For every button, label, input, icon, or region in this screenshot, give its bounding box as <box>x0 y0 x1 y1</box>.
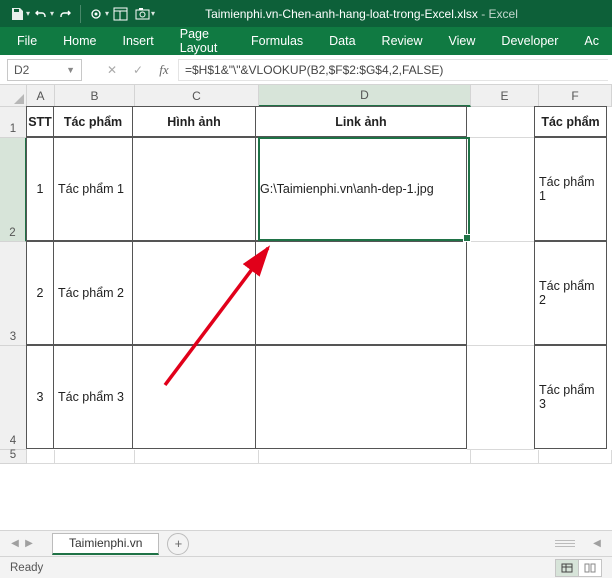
select-all-button[interactable] <box>0 85 27 107</box>
sheet-tabs-bar: ◀ ▶ Taimienphi.vn + ◀ <box>0 530 612 556</box>
cell[interactable]: STT <box>26 106 54 137</box>
tab-developer[interactable]: Developer <box>488 27 571 55</box>
cell[interactable]: Link ảnh <box>255 106 467 137</box>
touch-dropdown-icon[interactable]: ▾ <box>105 9 109 18</box>
ribbon-tabs: File Home Insert Page Layout Formulas Da… <box>0 27 612 55</box>
cell[interactable] <box>467 242 535 346</box>
name-box[interactable]: D2▼ <box>7 59 82 81</box>
cell[interactable] <box>132 241 256 345</box>
tab-home[interactable]: Home <box>50 27 109 55</box>
col-header[interactable]: D <box>259 85 471 107</box>
cell[interactable]: Tác phẩm 1 <box>53 137 133 241</box>
col-header[interactable]: E <box>471 85 539 107</box>
qat-customize-icon[interactable]: ▾ <box>151 9 155 18</box>
cell[interactable] <box>132 137 256 241</box>
cell[interactable]: 3 <box>26 345 54 449</box>
tab-page-layout[interactable]: Page Layout <box>167 27 238 55</box>
cell[interactable]: Tác phẩm 3 <box>53 345 133 449</box>
cell[interactable] <box>539 450 612 464</box>
quick-access-toolbar: ▾ ▾ ▾ ▾ Taimienphi.vn-Chen-anh-hang-loat… <box>0 0 612 27</box>
cell[interactable] <box>467 346 535 450</box>
cell[interactable]: Tác phẩm <box>534 106 607 137</box>
cell[interactable] <box>471 450 539 464</box>
row-header[interactable]: 1 <box>0 107 27 138</box>
cell[interactable] <box>132 345 256 449</box>
tab-more[interactable]: Ac <box>571 27 612 55</box>
cell[interactable] <box>255 345 467 449</box>
touch-mode-icon[interactable] <box>86 4 106 24</box>
view-normal-icon[interactable] <box>555 559 579 577</box>
camera-icon[interactable] <box>132 4 152 24</box>
undo-icon[interactable] <box>31 4 51 24</box>
window-title: Taimienphi.vn-Chen-anh-hang-loat-trong-E… <box>205 7 518 21</box>
redo-icon[interactable] <box>55 4 75 24</box>
tab-view[interactable]: View <box>436 27 489 55</box>
formula-input[interactable]: =$H$1&"\"&VLOOKUP(B2,$F$2:$G$4,2,FALSE) <box>178 59 608 81</box>
row-header[interactable]: 4 <box>0 346 27 450</box>
status-bar: Ready <box>0 556 612 578</box>
cell[interactable]: Tác phẩm 3 <box>534 345 607 449</box>
sheet-nav-prev-icon[interactable]: ◀ <box>8 538 22 549</box>
cell[interactable]: Tác phẩm 1 <box>534 137 607 241</box>
col-header[interactable]: C <box>135 85 259 107</box>
col-header[interactable]: A <box>27 85 55 107</box>
cell[interactable] <box>467 107 535 138</box>
tab-scroll-grip[interactable] <box>550 540 580 547</box>
worksheet-grid[interactable]: ABCDEF 12345 STTTác phẩmHình ảnhLink ảnh… <box>0 85 612 530</box>
fx-icon[interactable]: fx <box>152 59 176 81</box>
tab-review[interactable]: Review <box>369 27 436 55</box>
formula-bar: D2▼ ✕ ✓ fx =$H$1&"\"&VLOOKUP(B2,$F$2:$G$… <box>0 55 612 85</box>
cell[interactable]: Tác phẩm <box>53 106 133 137</box>
tab-data[interactable]: Data <box>316 27 368 55</box>
row-header[interactable]: 2 <box>0 138 27 242</box>
enter-icon[interactable]: ✓ <box>126 59 150 81</box>
cell[interactable]: Tác phẩm 2 <box>53 241 133 345</box>
form-icon[interactable] <box>110 4 130 24</box>
cell[interactable]: 1 <box>26 137 54 241</box>
col-header[interactable]: F <box>539 85 612 107</box>
cell[interactable] <box>467 138 535 242</box>
tab-insert[interactable]: Insert <box>110 27 167 55</box>
view-page-layout-icon[interactable] <box>578 559 602 577</box>
col-header[interactable]: B <box>55 85 135 107</box>
cell[interactable]: Hình ảnh <box>132 106 256 137</box>
row-header[interactable]: 5 <box>0 450 27 464</box>
cell[interactable] <box>27 450 55 464</box>
cell[interactable] <box>259 450 471 464</box>
cell[interactable] <box>55 450 135 464</box>
cell[interactable] <box>255 241 467 345</box>
cell[interactable]: G:\Taimienphi.vn\anh-dep-1.jpg <box>255 137 467 241</box>
tab-file[interactable]: File <box>4 27 50 55</box>
row-header[interactable]: 3 <box>0 242 27 346</box>
cell[interactable]: Tác phẩm 2 <box>534 241 607 345</box>
cell[interactable] <box>135 450 259 464</box>
new-sheet-button[interactable]: + <box>167 533 189 555</box>
scroll-left-icon[interactable]: ◀ <box>590 538 604 549</box>
save-dropdown-icon[interactable]: ▾ <box>26 9 30 18</box>
sheet-tab[interactable]: Taimienphi.vn <box>52 533 159 555</box>
cancel-icon[interactable]: ✕ <box>100 59 124 81</box>
sheet-nav-next-icon[interactable]: ▶ <box>22 538 36 549</box>
tab-formulas[interactable]: Formulas <box>238 27 316 55</box>
status-ready: Ready <box>10 562 43 574</box>
undo-dropdown-icon[interactable]: ▾ <box>50 9 54 18</box>
cell[interactable]: 2 <box>26 241 54 345</box>
save-icon[interactable] <box>7 4 27 24</box>
